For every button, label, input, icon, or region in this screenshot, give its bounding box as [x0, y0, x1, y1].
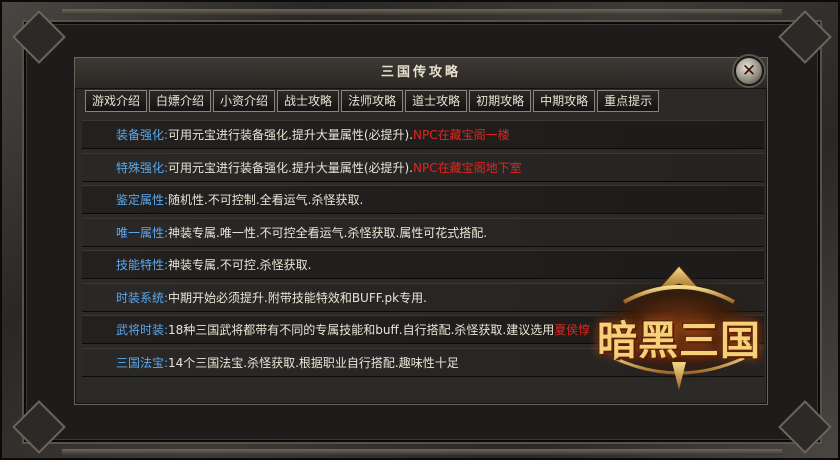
- row-label: 三国法宝:: [115, 355, 168, 370]
- row-text: 可用元宝进行装备强化.提升大量属性(必提升).: [168, 128, 413, 142]
- tab-casual-intro[interactable]: 小资介绍: [213, 90, 276, 112]
- row-label: 时装系统:: [115, 290, 168, 305]
- tab-early-guide[interactable]: 初期攻略: [469, 90, 532, 112]
- game-logo: 暗黑三国: [584, 262, 774, 392]
- corner-ornament: [12, 10, 66, 64]
- row-text: 18种三国武将都带有不同的专属技能和buff.自行搭配.杀怪获取.建议选用: [168, 323, 555, 337]
- row-label: 技能特性:: [115, 258, 168, 272]
- corner-ornament: [778, 400, 832, 454]
- corner-ornament: [12, 400, 66, 454]
- tab-key-tips[interactable]: 重点提示: [597, 90, 660, 112]
- row-text: 中期开始必须提升.附带技能特效和BUFF.pk专用.: [168, 290, 427, 305]
- panel-title: 三国传攻略: [75, 58, 767, 89]
- bottom-ornament: [62, 449, 782, 455]
- list-item: 装备强化: 可用元宝进行装备强化.提升大量属性(必提升). NPC在藏宝阁一楼: [82, 120, 764, 149]
- close-button[interactable]: ✕: [734, 56, 764, 86]
- row-text: 可用元宝进行装备强化.提升大量属性(必提升).: [168, 160, 413, 175]
- row-text: 随机性.不可控制.全看运气.杀怪获取.: [168, 193, 364, 207]
- row-label: 鉴定属性:: [115, 193, 168, 207]
- tab-taoist-guide[interactable]: 道士攻略: [405, 90, 468, 112]
- tab-warrior-guide[interactable]: 战士攻略: [277, 90, 340, 112]
- list-item: 特殊强化: 可用元宝进行装备强化.提升大量属性(必提升). NPC在藏宝阁地下室: [82, 152, 764, 182]
- row-label: 装备强化:: [115, 128, 168, 142]
- tab-game-intro[interactable]: 游戏介绍: [85, 90, 148, 112]
- row-label: 特殊强化:: [115, 160, 168, 175]
- row-label: 武将时装:: [115, 323, 168, 337]
- top-ornament: [62, 9, 782, 15]
- tab-free-intro[interactable]: 白嫖介绍: [149, 90, 212, 112]
- logo-text: 暗黑三国: [597, 317, 761, 364]
- row-text: 神装专属.不可控.杀怪获取.: [168, 258, 312, 272]
- row-highlight: NPC在藏宝阁一楼: [413, 128, 510, 142]
- row-text: 神装专属.唯一性.不可控全看运气.杀怪获取.属性可花式搭配.: [168, 225, 488, 240]
- tab-mage-guide[interactable]: 法师攻略: [341, 90, 404, 112]
- list-item: 鉴定属性: 随机性.不可控制.全看运气.杀怪获取.: [82, 185, 764, 214]
- row-text: 14个三国法宝.杀怪获取.根据职业自行搭配.趣味性十足: [168, 355, 459, 370]
- row-label: 唯一属性:: [115, 225, 168, 240]
- close-icon: ✕: [741, 61, 757, 81]
- list-item: 唯一属性: 神装专属.唯一性.不可控全看运气.杀怪获取.属性可花式搭配.: [82, 217, 764, 247]
- tab-bar: 游戏介绍 白嫖介绍 小资介绍 战士攻略 法师攻略 道士攻略 初期攻略 中期攻略 …: [85, 90, 660, 112]
- tab-mid-guide[interactable]: 中期攻略: [533, 90, 596, 112]
- row-highlight: NPC在藏宝阁地下室: [413, 160, 522, 175]
- corner-ornament: [778, 10, 832, 64]
